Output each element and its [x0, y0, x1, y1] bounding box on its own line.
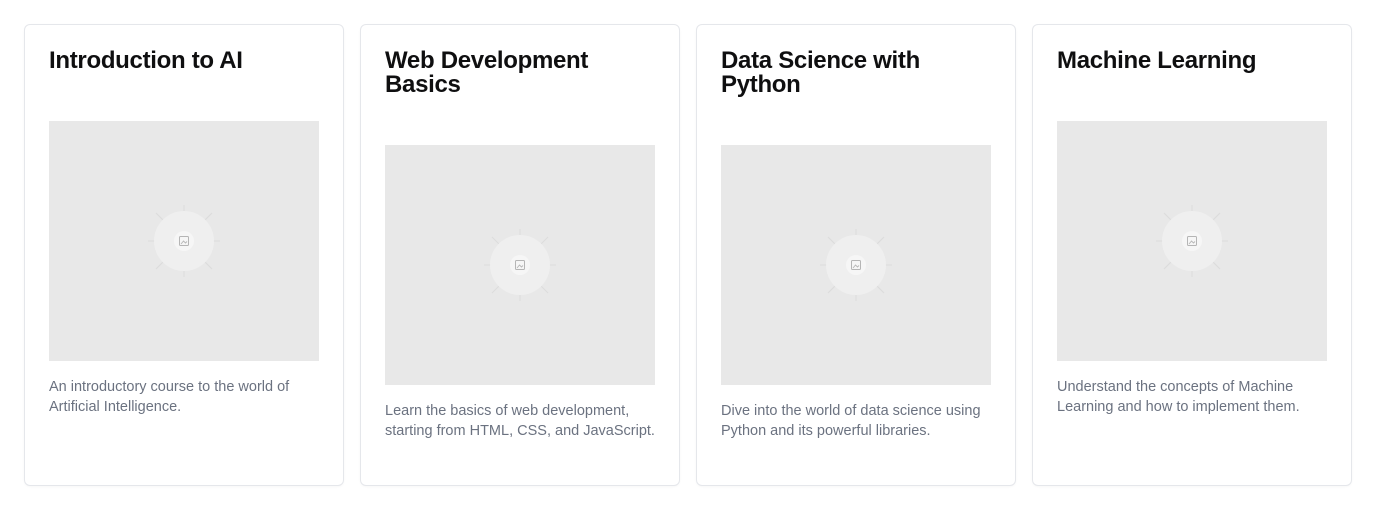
course-description: An introductory course to the world of A…: [49, 379, 290, 415]
course-card[interactable]: Web Development Basics Learn the basics …: [360, 24, 680, 486]
image-placeholder-icon: [148, 205, 220, 277]
course-image: [385, 145, 655, 385]
course-grid: Introduction to AI An introductory cours…: [24, 24, 1352, 486]
course-title: Introduction to AI: [49, 47, 243, 74]
image-placeholder-icon: [484, 229, 556, 301]
course-title: Machine Learning: [1057, 47, 1257, 74]
course-card[interactable]: Introduction to AI An introductory cours…: [24, 24, 344, 486]
course-description: Learn the basics of web development, sta…: [385, 403, 655, 439]
image-placeholder-icon: [820, 229, 892, 301]
course-description: Dive into the world of data science usin…: [721, 403, 981, 439]
course-image: [1057, 121, 1327, 361]
course-title: Data Science with Python: [721, 47, 920, 98]
course-image: [721, 145, 991, 385]
course-card[interactable]: Machine Learning Understand the concepts…: [1032, 24, 1352, 486]
course-image: [49, 121, 319, 361]
course-title: Web Development Basics: [385, 47, 589, 98]
course-description: Understand the concepts of Machine Learn…: [1057, 379, 1300, 415]
image-placeholder-icon: [1156, 205, 1228, 277]
course-card[interactable]: Data Science with Python Dive into the w…: [696, 24, 1016, 486]
